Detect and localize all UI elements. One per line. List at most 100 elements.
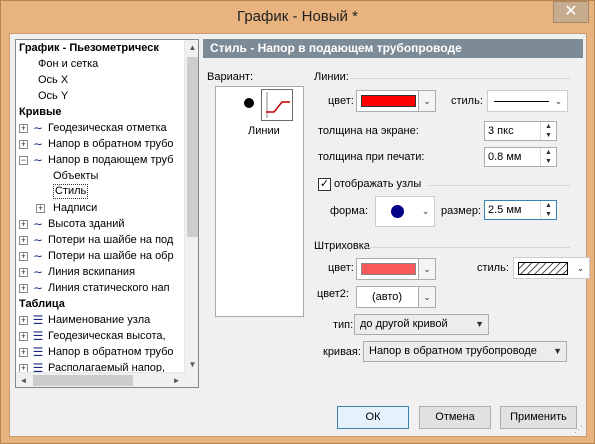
thickness-print-spinner[interactable]: 0.8 мм ▲ ▼ <box>484 147 557 167</box>
chevron-down-icon[interactable]: ⌄ <box>572 258 589 278</box>
tree-item-label: Геодезическая отметка <box>48 122 167 134</box>
line-color-picker[interactable]: ⌄ <box>356 90 436 112</box>
hatch-curve-select[interactable]: Напор в обратном трубопроводе ▼ <box>363 341 567 362</box>
tree-item[interactable]: + Надписи <box>16 200 184 216</box>
expand-icon[interactable]: + <box>19 236 28 245</box>
node-size-label: размер: <box>441 205 482 217</box>
node-shape-picker[interactable]: ⌄ <box>375 196 435 227</box>
expand-icon[interactable]: + <box>19 364 28 372</box>
collapse-icon[interactable]: − <box>19 156 28 165</box>
hatch-color2-value: (авто) <box>372 291 403 303</box>
scroll-down-icon[interactable]: ▼ <box>185 357 198 372</box>
tree-item[interactable]: Стиль <box>16 184 184 200</box>
expand-icon[interactable]: + <box>19 268 28 277</box>
tree-item[interactable]: Кривые <box>16 104 184 120</box>
curve-icon: ∼ <box>32 153 44 167</box>
hatch-color2-picker[interactable]: (авто) ⌄ <box>356 286 436 308</box>
tree-item[interactable]: График - Пьезометрическ <box>16 40 184 56</box>
tree-horizontal-scrollbar[interactable]: ◄ ► <box>16 372 184 387</box>
hatch-type-select[interactable]: до другой кривой ▼ <box>354 314 489 335</box>
scroll-right-icon[interactable]: ► <box>169 373 184 387</box>
show-nodes-checkbox[interactable]: ✓ <box>318 178 331 191</box>
expand-icon[interactable]: + <box>19 348 28 357</box>
node-shape-label: форма: <box>330 205 369 217</box>
chevron-down-icon[interactable]: ⌄ <box>418 287 435 307</box>
title-bar[interactable]: График - Новый * ✕ <box>1 1 594 34</box>
tree-item[interactable]: + ☰ Наименование узла <box>16 312 184 328</box>
expand-icon[interactable]: + <box>19 220 28 229</box>
hatch-type-label: тип: <box>333 319 354 331</box>
chevron-down-icon[interactable]: ⌄ <box>550 91 567 111</box>
chevron-down-icon: ▼ <box>553 346 562 356</box>
tree-item-label: Наименование узла <box>48 314 151 326</box>
dialog-client-area: График - Пьезометрическ Фон и сетка Ось X О… <box>9 33 590 437</box>
tree-item[interactable]: + ∼ Высота зданий <box>16 216 184 232</box>
scroll-up-icon[interactable]: ▲ <box>185 40 198 55</box>
expand-icon[interactable]: + <box>19 316 28 325</box>
tree-item[interactable]: + ☰ Геодезическая высота, <box>16 328 184 344</box>
tree-horizontal-thumb[interactable] <box>33 375 133 386</box>
tree-item[interactable]: − ∼ Напор в подающем труб <box>16 152 184 168</box>
tree-item[interactable]: Ось X <box>16 72 184 88</box>
tree-item[interactable]: Ось Y <box>16 88 184 104</box>
expand-icon[interactable]: + <box>19 252 28 261</box>
tree-item[interactable]: + ∼ Потери на шайбе на под <box>16 232 184 248</box>
resize-grip-icon[interactable]: ⋰ <box>574 424 584 434</box>
hatch-color2-label: цвет2: <box>317 288 349 300</box>
circle-marker-icon <box>391 205 404 218</box>
thickness-print-value[interactable]: 0.8 мм <box>488 148 521 166</box>
expand-icon[interactable]: + <box>19 332 28 341</box>
tree-item[interactable]: + ☰ Располагаемый напор, <box>16 360 184 372</box>
spin-down-icon[interactable]: ▼ <box>541 131 556 140</box>
line-color-label: цвет: <box>328 95 354 107</box>
chevron-down-icon[interactable]: ⌄ <box>418 91 435 111</box>
tree-item[interactable]: + ∼ Линия вскипания <box>16 264 184 280</box>
panel-title: Стиль - Напор в подающем трубопроводе <box>203 39 583 58</box>
expand-icon[interactable]: + <box>19 140 28 149</box>
tree-item[interactable]: Таблица <box>16 296 184 312</box>
ok-button[interactable]: ОК <box>337 406 409 429</box>
tree-item[interactable]: + ∼ Потери на шайбе на обр <box>16 248 184 264</box>
settings-tree[interactable]: График - Пьезометрическ Фон и сетка Ось X О… <box>15 39 199 388</box>
tree-item[interactable]: + ∼ Напор в обратном трубо <box>16 136 184 152</box>
line-style-picker[interactable]: ⌄ <box>487 90 568 112</box>
curve-icon: ∼ <box>32 233 44 247</box>
table-column-icon: ☰ <box>32 329 44 343</box>
hatch-type-value: до другой кривой <box>360 318 448 330</box>
line-variant-icon[interactable] <box>261 89 293 121</box>
node-size-spinner[interactable]: 2.5 мм ▲ ▼ <box>484 200 557 220</box>
expand-icon[interactable]: + <box>36 204 45 213</box>
chevron-down-icon[interactable]: ⌄ <box>417 197 434 226</box>
apply-button[interactable]: Применить <box>500 406 577 429</box>
spin-down-icon[interactable]: ▼ <box>541 210 556 219</box>
spin-up-icon[interactable]: ▲ <box>541 201 556 210</box>
variant-list[interactable]: Линии <box>215 86 304 317</box>
hatch-color-picker[interactable]: ⌄ <box>356 258 436 280</box>
thickness-screen-spinner[interactable]: 3 пкс ▲ ▼ <box>484 121 557 141</box>
expand-icon[interactable]: + <box>19 284 28 293</box>
cancel-button[interactable]: Отмена <box>419 406 491 429</box>
tree-item[interactable]: Объекты <box>16 168 184 184</box>
variant-radio[interactable] <box>244 98 254 108</box>
close-button[interactable]: ✕ <box>553 1 589 23</box>
expand-icon[interactable]: + <box>19 124 28 133</box>
tree-item[interactable]: + ∼ Линия статического нап <box>16 280 184 296</box>
table-column-icon: ☰ <box>32 313 44 327</box>
node-size-value[interactable]: 2.5 мм <box>488 201 521 219</box>
chevron-down-icon[interactable]: ⌄ <box>418 259 435 279</box>
scroll-left-icon[interactable]: ◄ <box>16 373 31 387</box>
tree-vertical-thumb[interactable] <box>187 57 198 237</box>
thickness-screen-label: толщина на экране: <box>318 125 419 137</box>
hatch-style-picker[interactable]: ⌄ <box>513 257 590 279</box>
tree-item[interactable]: + ☰ Напор в обратном трубо <box>16 344 184 360</box>
spin-up-icon[interactable]: ▲ <box>541 148 556 157</box>
thickness-print-label: толщина при печати: <box>318 151 425 163</box>
tree-item[interactable]: + ∼ Геодезическая отметка <box>16 120 184 136</box>
show-nodes-label: отображать узлы <box>334 178 422 190</box>
thickness-screen-value[interactable]: 3 пкс <box>488 122 514 140</box>
spin-down-icon[interactable]: ▼ <box>541 157 556 166</box>
lines-group-label: Линии: <box>314 71 349 83</box>
tree-item[interactable]: Фон и сетка <box>16 56 184 72</box>
spin-up-icon[interactable]: ▲ <box>541 122 556 131</box>
tree-vertical-scrollbar[interactable]: ▲ ▼ <box>184 40 198 372</box>
